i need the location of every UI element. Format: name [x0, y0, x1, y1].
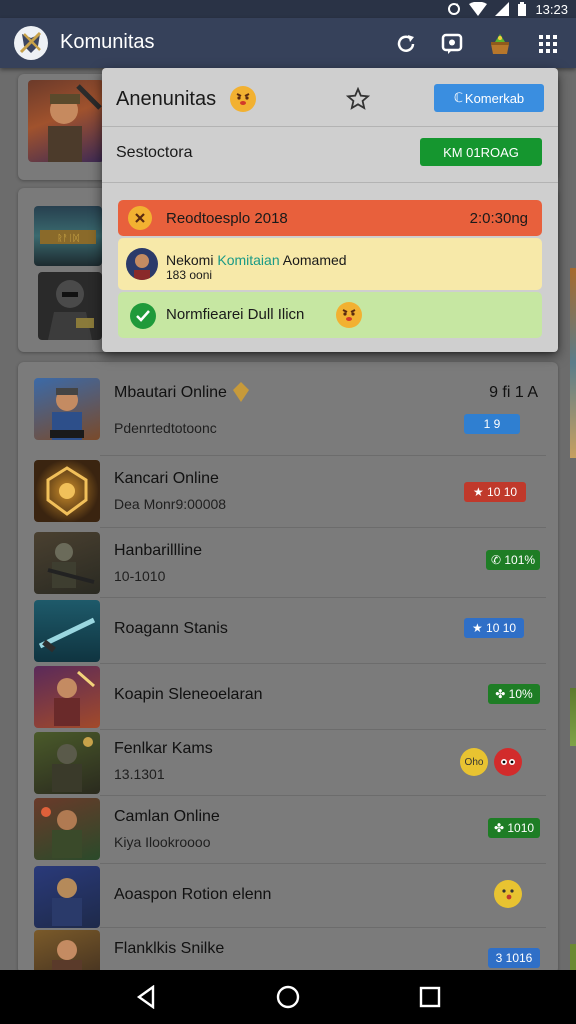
- angry-emoji-icon: [336, 302, 362, 328]
- primary-button[interactable]: ℂ Komerkab: [434, 84, 544, 112]
- svg-text:ᚱᚨᛁᛞ: ᚱᚨᛁᛞ: [57, 233, 79, 243]
- game-title: Fenlkar Kams: [114, 740, 213, 757]
- game-thumbnail: [34, 732, 100, 794]
- check-icon: [130, 303, 156, 329]
- battery-icon: [517, 2, 527, 16]
- refresh-icon[interactable]: [392, 30, 420, 58]
- edge-image: [570, 268, 576, 458]
- recents-icon[interactable]: [416, 983, 444, 1011]
- angry-emoji-icon: [230, 86, 256, 112]
- notification-title: Reodtoesplo 2018: [166, 210, 288, 227]
- signal-icon: [495, 2, 510, 16]
- app-bar: Komunitas: [0, 18, 576, 68]
- list-item[interactable]: Hanbarillline 10-1010 ✆ 101%: [18, 528, 558, 598]
- game-subtitle: Pdenrtedtotoonc: [114, 420, 217, 436]
- status-badge[interactable]: ★ 10 10: [464, 618, 524, 638]
- list-item[interactable]: Flanklkis Snilke 3 1016: [18, 928, 558, 974]
- game-thumbnail: [34, 798, 100, 860]
- game-thumbnail: [28, 80, 104, 162]
- game-title: Flanklkis Snilke: [114, 940, 225, 957]
- game-thumbnail: [34, 930, 100, 974]
- game-title: Hanbarillline: [114, 542, 203, 559]
- chat-bubble-icon[interactable]: [438, 30, 466, 58]
- back-icon[interactable]: [132, 983, 160, 1011]
- status-time: 13:23: [535, 1, 568, 17]
- list-item[interactable]: Aoaspon Rotion elenn: [18, 864, 558, 928]
- status-badge[interactable]: 1 9: [464, 414, 520, 434]
- game-subtitle: Dea Monr9:00008: [114, 496, 227, 512]
- game-subtitle: Kiya Ilookroooo: [114, 834, 211, 850]
- kiss-reaction-icon[interactable]: [494, 880, 522, 908]
- game-title: Kancari Online: [114, 470, 219, 487]
- status-badge[interactable]: 3 1016: [488, 948, 540, 968]
- status-badge[interactable]: ✤ 1010: [488, 818, 540, 838]
- list-item[interactable]: Koapin Sleneoelaran ✤ 10%: [18, 664, 558, 730]
- status-badge[interactable]: ★ 10 10: [464, 482, 526, 502]
- game-title: Aoaspon Rotion elenn: [114, 886, 272, 903]
- divider: [102, 182, 558, 183]
- game-thumbnail: [34, 666, 100, 728]
- warning-icon: [128, 206, 152, 230]
- secondary-button[interactable]: KM 01ROAG: [420, 138, 542, 166]
- game-list: Mbautari Online Pdenrtedtotoonc 9 fi 1 A…: [18, 362, 558, 974]
- divider: [102, 126, 558, 127]
- game-thumbnail: [34, 866, 100, 928]
- shield-sword-icon[interactable]: [14, 26, 48, 60]
- knight-thumbnail: [38, 272, 102, 340]
- game-thumbnail: [34, 600, 100, 662]
- status-badge[interactable]: ✤ 10%: [488, 684, 540, 704]
- wifi-icon: [469, 2, 488, 16]
- popup-title: Anenunitas: [116, 88, 217, 110]
- list-item[interactable]: Fenlkar Kams 13.1301 Oho: [18, 730, 558, 796]
- game-subtitle: 10-1010: [114, 568, 166, 584]
- sync-icon: [447, 2, 461, 16]
- game-title: Camlan Online: [114, 808, 220, 825]
- notification-alert[interactable]: Reodtoesplo 2018 2:0:30ng: [118, 200, 542, 236]
- game-thumbnail: [34, 460, 100, 522]
- game-thumbnail: ᚱᚨᛁᛞ: [34, 206, 102, 266]
- game-title: Koapin Sleneoelaran: [114, 686, 263, 703]
- notification-comment[interactable]: Nekomi Komitaian Aomamed 183 ooni: [118, 238, 542, 290]
- popup-subtitle: Sestoctora: [116, 144, 193, 161]
- reaction-chip[interactable]: Oho: [460, 748, 488, 776]
- notification-meta: 183 ooni: [166, 268, 213, 282]
- notification-title: Normfiearei Dull Ilicn: [166, 306, 305, 323]
- treasure-icon[interactable]: [486, 30, 514, 58]
- game-thumbnail: [34, 378, 100, 440]
- notification-time: 2:0:30ng: [469, 210, 528, 227]
- star-outline-icon[interactable]: [345, 86, 371, 111]
- notification-success[interactable]: Normfiearei Dull Ilicn: [118, 292, 542, 338]
- home-icon[interactable]: [274, 983, 302, 1011]
- status-bar: 13:23: [0, 0, 576, 18]
- list-item[interactable]: Mbautari Online Pdenrtedtotoonc 9 fi 1 A…: [18, 362, 558, 456]
- notification-user: Nekomi: [166, 252, 214, 268]
- game-subtitle: 13.1301: [114, 766, 165, 782]
- list-item[interactable]: Kancari Online Dea Monr9:00008 ★ 10 10: [18, 456, 558, 528]
- notification-text: Nekomi Komitaian Aomamed: [166, 252, 347, 268]
- list-item[interactable]: Roagann Stanis ★ 10 10: [18, 598, 558, 664]
- system-nav-bar: [0, 970, 576, 1024]
- refresh-small-icon: ℂ: [453, 90, 463, 105]
- game-title: Mbautari Online: [114, 384, 227, 401]
- app-title: Komunitas: [60, 31, 155, 53]
- angry-reaction-icon[interactable]: [494, 748, 522, 776]
- primary-button-label: Komerkab: [464, 90, 525, 106]
- notification-action: Aomamed: [282, 252, 347, 268]
- edge-image: [570, 688, 576, 746]
- list-item[interactable]: Camlan Online Kiya Ilookroooo ✤ 1010: [18, 796, 558, 864]
- notification-highlight[interactable]: Komitaian: [217, 252, 279, 268]
- status-badge[interactable]: ✆ 101%: [486, 550, 540, 570]
- game-thumbnail: [34, 532, 100, 594]
- trophy-icon: [232, 382, 250, 407]
- score-text: 9 fi 1 A: [489, 384, 538, 401]
- notification-popup: Anenunitas ℂ Komerkab Sestoctora KM 01ROA…: [102, 68, 558, 352]
- grid-menu-icon[interactable]: [534, 30, 562, 58]
- game-title: Roagann Stanis: [114, 620, 228, 637]
- avatar: [126, 248, 158, 280]
